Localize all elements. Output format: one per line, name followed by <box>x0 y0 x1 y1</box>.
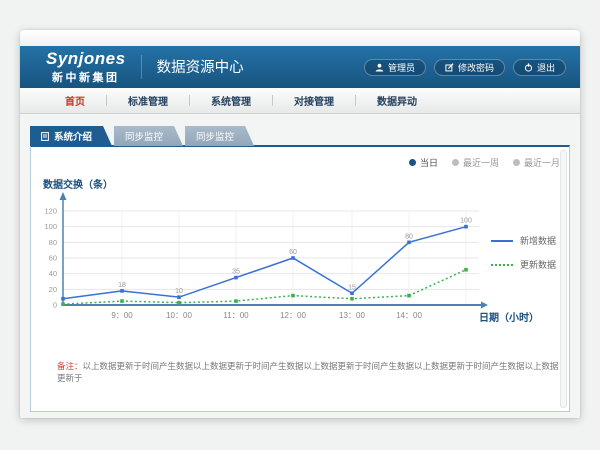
svg-text:20: 20 <box>49 285 57 294</box>
logout-label: 退出 <box>537 61 555 74</box>
tab-bar: 系统介绍 同步监控 同步监控 <box>30 126 254 146</box>
x-axis-label: 日期（小时） <box>479 309 539 324</box>
change-password-label: 修改密码 <box>458 61 494 74</box>
footnote: 备注：以上数据更新于时间产生数据以上数据更新于时间产生数据以上数据更新于时间产生… <box>57 361 559 385</box>
svg-text:80: 80 <box>49 238 57 247</box>
nav-item-system-mgmt[interactable]: 系统管理 <box>190 93 272 108</box>
scrollbar[interactable] <box>560 150 567 408</box>
tab-label: 同步监控 <box>196 129 234 143</box>
page-background: Synjones 新中新集团 数据资源中心 管理员 修改密码 <box>0 0 600 450</box>
svg-text:9：00: 9：00 <box>111 311 133 320</box>
radio-last-month-label: 最近一月 <box>524 156 560 169</box>
tab-sync-monitor-1[interactable]: 同步监控 <box>114 126 183 146</box>
svg-text:15: 15 <box>348 284 356 291</box>
radio-last-month[interactable]: 最近一月 <box>513 156 560 169</box>
green-dotted-swatch-icon <box>491 264 513 266</box>
change-password-button[interactable]: 修改密码 <box>434 59 505 76</box>
svg-text:120: 120 <box>44 207 57 216</box>
svg-text:60: 60 <box>289 249 297 256</box>
footnote-text: 以上数据更新于时间产生数据以上数据更新于时间产生数据以上数据更新于时间产生数据以… <box>57 361 559 383</box>
svg-text:100: 100 <box>44 222 57 231</box>
svg-text:12：00: 12：00 <box>280 311 306 320</box>
edit-icon <box>445 63 454 72</box>
svg-text:11：00: 11：00 <box>223 311 249 320</box>
user-icon <box>375 63 384 72</box>
power-icon <box>524 63 533 72</box>
svg-text:10：00: 10：00 <box>166 311 192 320</box>
svg-text:14：00: 14：00 <box>396 311 422 320</box>
company-name: 新中新集团 <box>52 69 120 85</box>
legend-new-data-label: 新增数据 <box>520 234 556 247</box>
nav-item-data-changes[interactable]: 数据异动 <box>356 93 438 108</box>
nav-item-interface-mgmt[interactable]: 对接管理 <box>273 93 355 108</box>
radio-dot-icon <box>513 159 520 166</box>
tab-label: 同步监控 <box>125 129 163 143</box>
page-title: 数据资源中心 <box>141 55 244 79</box>
content-area: 系统介绍 同步监控 同步监控 当日 最近一周 <box>20 114 580 418</box>
svg-text:13：00: 13：00 <box>339 311 365 320</box>
brand-name: Synjones <box>46 50 126 67</box>
line-chart: 0 20 40 60 80 100 120 18 10 35 60 15 80 100 9：00 10：00 1… <box>31 147 501 327</box>
svg-text:100: 100 <box>460 218 472 225</box>
svg-text:35: 35 <box>232 269 240 276</box>
footnote-label: 备注： <box>57 361 83 371</box>
logout-button[interactable]: 退出 <box>513 59 566 76</box>
company-logo: Synjones 新中新集团 <box>46 50 126 85</box>
tab-label: 系统介绍 <box>54 129 92 143</box>
main-nav: 首页 标准管理 系统管理 对接管理 数据异动 <box>20 88 580 114</box>
admin-user-button[interactable]: 管理员 <box>364 59 426 76</box>
legend-updated-data: 更新数据 <box>491 258 556 271</box>
app-header: Synjones 新中新集团 数据资源中心 管理员 修改密码 <box>20 46 580 88</box>
tab-system-intro[interactable]: 系统介绍 <box>30 126 112 146</box>
app-window: Synjones 新中新集团 数据资源中心 管理员 修改密码 <box>20 30 580 418</box>
svg-text:0: 0 <box>53 301 57 310</box>
svg-text:18: 18 <box>118 282 126 289</box>
chart-legend: 新增数据 更新数据 <box>491 234 556 282</box>
chart-panel: 当日 最近一周 最近一月 数据交换（条） 0204060801001201810… <box>30 145 570 412</box>
legend-updated-data-label: 更新数据 <box>520 258 556 271</box>
svg-text:80: 80 <box>405 233 413 240</box>
legend-new-data: 新增数据 <box>491 234 556 247</box>
svg-text:40: 40 <box>49 269 57 278</box>
blue-line-swatch-icon <box>491 240 513 242</box>
window-top-strip <box>20 30 580 46</box>
admin-user-label: 管理员 <box>388 61 415 74</box>
svg-text:10: 10 <box>175 288 183 295</box>
nav-item-home[interactable]: 首页 <box>44 93 106 108</box>
document-icon <box>41 132 49 141</box>
svg-text:60: 60 <box>49 254 57 263</box>
nav-item-standard-mgmt[interactable]: 标准管理 <box>107 93 189 108</box>
tab-sync-monitor-2[interactable]: 同步监控 <box>185 126 254 146</box>
user-menu: 管理员 修改密码 退出 <box>364 59 566 76</box>
